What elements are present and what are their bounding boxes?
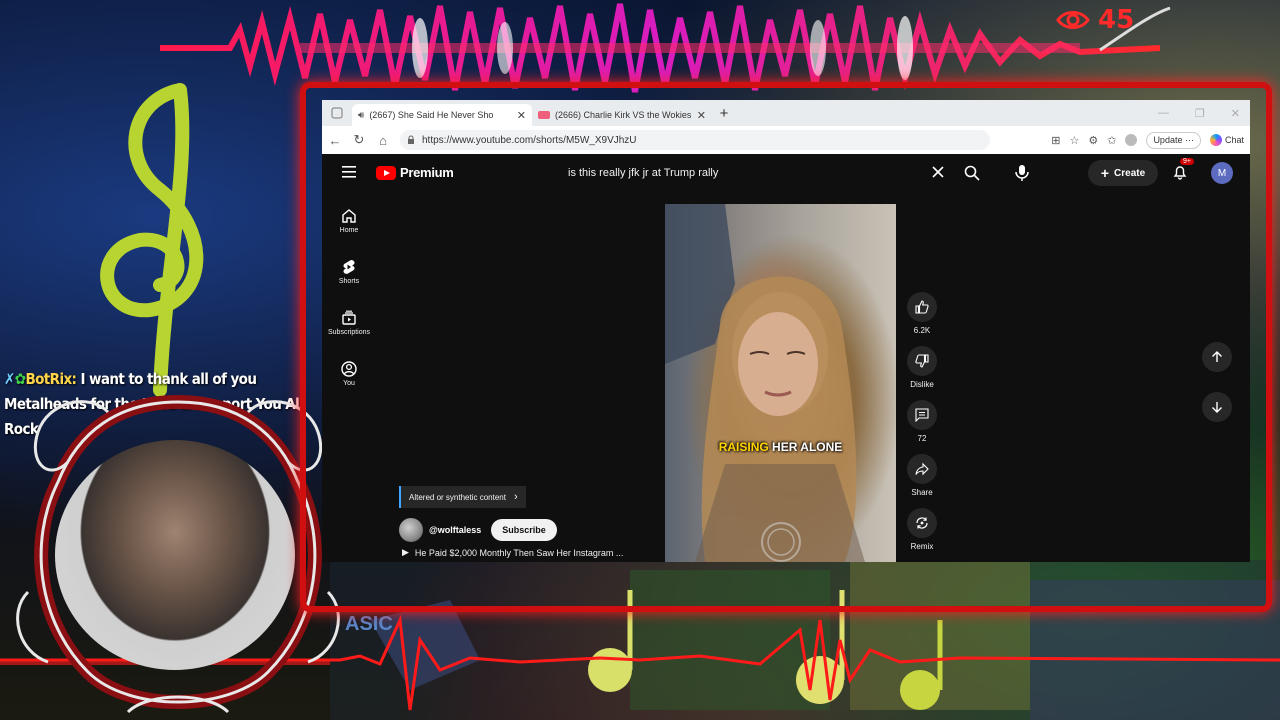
thumbs-up-icon <box>915 300 929 314</box>
share-label: Share <box>911 488 933 497</box>
tab-strip: 🔊︎ (2667) She Said He Never Sho ✕ (2666)… <box>322 100 1250 126</box>
tab-actions-icon <box>331 107 343 119</box>
arrow-down-icon <box>1212 402 1222 413</box>
youtube-brand: Premium <box>400 165 454 180</box>
account-avatar[interactable]: M <box>1211 162 1233 184</box>
speaker-icon: 🔊︎ <box>358 109 365 121</box>
remix-label: Remix <box>910 542 934 551</box>
search-icon[interactable] <box>964 165 980 181</box>
video-title: He Paid $2,000 Monthly Then Saw Her Inst… <box>414 547 624 558</box>
home-icon <box>342 209 356 223</box>
tab-title: (2666) Charlie Kirk VS the Wokies <box>555 110 692 120</box>
copilot-icon <box>1209 134 1222 146</box>
address-bar: ← ↻ ⌂ https://www.youtube.com/shorts/M5W… <box>322 126 1250 154</box>
youtube-logo[interactable]: Premium <box>376 165 454 180</box>
previous-short-button[interactable] <box>1202 342 1232 372</box>
microphone-icon[interactable] <box>1014 164 1030 182</box>
hamburger-menu-icon[interactable] <box>342 166 356 178</box>
create-button[interactable]: + Create <box>1088 160 1158 186</box>
shorts-icon <box>343 260 355 274</box>
next-short-button[interactable] <box>1202 392 1232 422</box>
youtube-favicon <box>538 111 550 119</box>
chat-bot-icon: ✗ <box>4 370 15 388</box>
extensions-icon[interactable]: ⚙ <box>1088 134 1098 147</box>
shorts-video-player[interactable]: RAISING HER ALONE <box>665 204 896 562</box>
channel-row: @wolftaless Subscribe <box>399 518 557 542</box>
channel-name[interactable]: @wolftaless <box>429 525 481 535</box>
restore-icon[interactable]: ❐ <box>1195 107 1205 120</box>
back-icon[interactable]: ← <box>328 133 342 148</box>
plus-icon: + <box>1100 165 1110 181</box>
site-info-icon <box>408 135 414 144</box>
viewer-count: 45 <box>1056 4 1134 36</box>
notifications-bell-icon[interactable] <box>1172 164 1188 180</box>
remix-icon <box>916 517 928 529</box>
like-button[interactable]: 6.2K <box>902 292 942 335</box>
like-count: 6.2K <box>913 326 931 335</box>
treble-clef-decoration <box>100 83 204 397</box>
video-frame-figures <box>665 204 865 562</box>
sidebar-item-subscriptions[interactable]: Subscriptions <box>324 310 374 336</box>
youtube-page: Premium is this really jfk jr at Trump r… <box>322 154 1250 562</box>
caption-highlight: RAISING <box>718 440 769 454</box>
search-input[interactable]: is this really jfk jr at Trump rally <box>558 160 954 186</box>
comment-icon <box>915 408 929 422</box>
play-icon: ▶ <box>402 547 409 557</box>
favorites-icon[interactable]: ✩ <box>1107 134 1116 147</box>
subscribe-button[interactable]: Subscribe <box>491 519 557 541</box>
chat-verified-icon: ✿ <box>14 370 26 388</box>
copilot-button[interactable]: Chat <box>1209 134 1244 146</box>
share-icon <box>915 462 929 476</box>
close-window-icon[interactable]: ✕ <box>1231 107 1240 120</box>
youtube-header: Premium is this really jfk jr at Trump r… <box>322 154 1250 194</box>
share-button[interactable]: Share <box>902 454 942 497</box>
youtube-play-icon <box>376 165 396 180</box>
browser-window: 🔊︎ (2667) She Said He Never Sho ✕ (2666)… <box>322 100 1250 562</box>
clear-search-icon[interactable] <box>932 166 944 178</box>
browser-tab-active[interactable]: 🔊︎ (2667) She Said He Never Sho ✕ <box>352 104 532 126</box>
refresh-icon[interactable]: ↻ <box>352 132 366 148</box>
browser-toolbar: ⊞ ☆ ⚙ ✩ Update ⋯ Chat <box>1051 131 1250 149</box>
minimize-icon[interactable]: — <box>1158 107 1169 120</box>
split-screen-icon[interactable]: ⊞ <box>1051 134 1060 147</box>
viewer-count-number: 45 <box>1098 5 1135 35</box>
sidebar-item-shorts[interactable]: Shorts <box>324 259 374 285</box>
video-caption: RAISING HER ALONE <box>665 440 896 454</box>
profile-icon[interactable] <box>1125 134 1138 146</box>
dislike-button[interactable]: Dislike <box>902 346 942 389</box>
channel-avatar[interactable] <box>399 518 423 542</box>
tab-actions-button[interactable] <box>322 100 352 126</box>
court-seal-watermark <box>761 522 801 562</box>
url-field[interactable]: https://www.youtube.com/shorts/M5W_X9VJh… <box>400 130 990 150</box>
webcam-feed <box>55 440 295 670</box>
notification-badge: 9+ <box>1180 158 1194 165</box>
browser-tab[interactable]: (2666) Charlie Kirk VS the Wokies ✕ <box>532 104 712 126</box>
arrow-up-icon <box>1212 351 1222 362</box>
tab-close-icon[interactable]: ✕ <box>697 109 706 122</box>
altered-content-label[interactable]: Altered or synthetic content › <box>399 486 526 508</box>
sidebar-item-you[interactable]: You <box>324 361 374 387</box>
tab-title: (2667) She Said He Never Sho <box>369 110 494 120</box>
update-button[interactable]: Update ⋯ <box>1146 131 1201 149</box>
comment-count: 72 <box>917 434 927 443</box>
chevron-right-icon: › <box>513 491 518 503</box>
sidebar-item-home[interactable]: Home <box>324 208 374 234</box>
you-icon <box>341 361 357 377</box>
chat-username: BotRix: <box>25 370 77 388</box>
subscriptions-icon <box>342 310 356 325</box>
home-icon[interactable]: ⌂ <box>376 133 390 148</box>
caption-text: HER ALONE <box>768 440 843 454</box>
thumbs-down-icon <box>915 354 929 368</box>
eye-icon <box>1056 11 1090 29</box>
url-text: https://www.youtube.com/shorts/M5W_X9VJh… <box>422 134 637 146</box>
video-title-row[interactable]: ▶ He Paid $2,000 Monthly Then Saw Her In… <box>402 547 623 558</box>
comments-button[interactable]: 72 <box>902 400 942 443</box>
remix-button[interactable]: Remix <box>902 508 942 551</box>
dislike-label: Dislike <box>910 380 934 389</box>
tab-close-icon[interactable]: ✕ <box>517 109 526 122</box>
favorite-star-icon[interactable]: ☆ <box>1069 134 1079 147</box>
new-tab-button[interactable]: + <box>712 105 736 122</box>
window-controls: — ❐ ✕ <box>1158 107 1250 120</box>
